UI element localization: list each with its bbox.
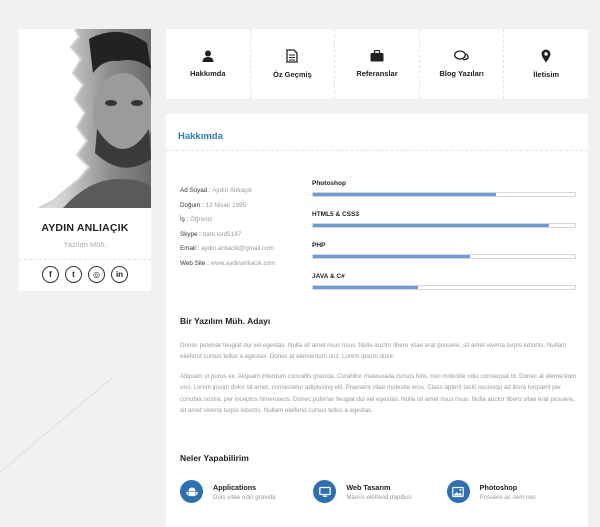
user-icon [202, 50, 214, 62]
skill-bar-fill [313, 193, 497, 196]
service-item: Web Tasarım Mauris eleifend dapibus [313, 480, 446, 503]
nav-label: Öz Geçmiş [273, 70, 312, 79]
nav-item-referanslar[interactable]: Referanslar [335, 29, 420, 99]
skill-name: HTML5 & CSS3 [312, 211, 359, 218]
linkedin-icon[interactable]: in [111, 266, 128, 283]
nav-label: Hakkımda [190, 69, 226, 78]
about-paragraph: Aliquam ut purus ex. Aliquam interdum co… [180, 373, 577, 415]
skill-bar-fill [313, 255, 471, 258]
location-pin-icon [541, 49, 551, 63]
android-icon [180, 480, 203, 503]
skill-bar-fill [313, 224, 549, 227]
nav-label: İletisim [533, 70, 560, 79]
info-row: Web Site : www.aydinanliacik.com [180, 259, 276, 267]
service-name: Photoshop [479, 482, 518, 492]
service-name: Applications [213, 482, 257, 492]
profile-name: AYDIN ANLIAÇIK [41, 222, 129, 234]
about-paragraph: Donec pulvinar feugiat dui vel egestas. … [180, 342, 567, 361]
service-desc: Mauris eleifend dapibus [346, 493, 412, 501]
nav-item-oz-gecmis[interactable]: Öz Geçmiş [251, 29, 336, 99]
briefcase-icon [370, 50, 384, 62]
info-row: Ad Soyad : Aydın Anlıaçık [180, 187, 253, 194]
skill-bar [312, 285, 576, 290]
service-name: Web Tasarım [346, 482, 391, 492]
nav-item-iletisim[interactable]: İletisim [504, 29, 588, 99]
skill-bar [312, 192, 576, 197]
skill-bar [312, 223, 576, 228]
background-decor-line [0, 377, 113, 481]
instagram-icon[interactable]: ◎ [88, 266, 105, 283]
image-icon [446, 480, 470, 503]
skill-item: PHP [312, 242, 576, 259]
services-heading: Neler Yapabilirim [180, 453, 249, 463]
skill-item: JAVA & C# [312, 273, 576, 290]
personal-info: Ad Soyad : Aydın Anlıaçık Doğum : 12 Nis… [180, 184, 300, 272]
nav-label: Blog Yazıları [439, 69, 484, 78]
info-row: Skype : dark.lord5187 [180, 230, 242, 238]
nav-item-hakkimda[interactable]: Hakkımda [166, 29, 251, 99]
twitter-icon[interactable]: t [65, 266, 82, 283]
profile-photo [19, 29, 151, 208]
about-section: Hakkımda Ad Soyad : Aydın Anlıaçık Doğum… [166, 114, 588, 527]
skill-bar-fill [313, 286, 418, 289]
main-nav: Hakkımda Öz Geçmiş Referanslar Blog Yazı… [166, 29, 588, 99]
skills-list: Photoshop HTML5 & CSS3 PHP JAVA & C# [312, 180, 576, 304]
service-desc: Duis vitae odio gravida [213, 493, 276, 501]
profile-divider [19, 259, 151, 260]
monitor-icon [313, 480, 337, 503]
service-desc: Posuere ac sem nec [479, 493, 537, 501]
skill-item: HTML5 & CSS3 [312, 211, 576, 228]
skill-item: Photoshop [312, 180, 576, 197]
profile-title: Yazılım Müh. [63, 240, 107, 249]
facebook-icon[interactable]: f [42, 266, 59, 283]
section-heading: Hakkımda [166, 114, 588, 151]
profile-card: AYDIN ANLIAÇIK Yazılım Müh. f t ◎ in [19, 29, 151, 291]
skill-bar [312, 254, 576, 259]
skill-name: PHP [312, 242, 326, 249]
nav-item-blog[interactable]: Blog Yazıları [420, 29, 505, 99]
services-list: Applications Duis vitae odio gravida Web… [180, 480, 580, 503]
info-row: Doğum : 12 Nisan 1995 [180, 201, 247, 209]
info-row: İş : Öğrenci [180, 216, 213, 224]
service-item: Photoshop Posuere ac sem nec [446, 480, 580, 503]
social-links: f t ◎ in [19, 266, 151, 283]
skill-name: JAVA & C# [312, 273, 345, 280]
info-row: Email : aydin.anliacik@gmail.com [180, 245, 274, 253]
comments-icon [454, 50, 469, 61]
service-item: Applications Duis vitae odio gravida [180, 480, 313, 503]
nav-label: Referanslar [356, 69, 398, 78]
skill-name: Photoshop [312, 180, 346, 187]
document-icon [286, 49, 299, 63]
about-subtitle: Bir Yazılım Müh. Adayı [180, 316, 271, 326]
